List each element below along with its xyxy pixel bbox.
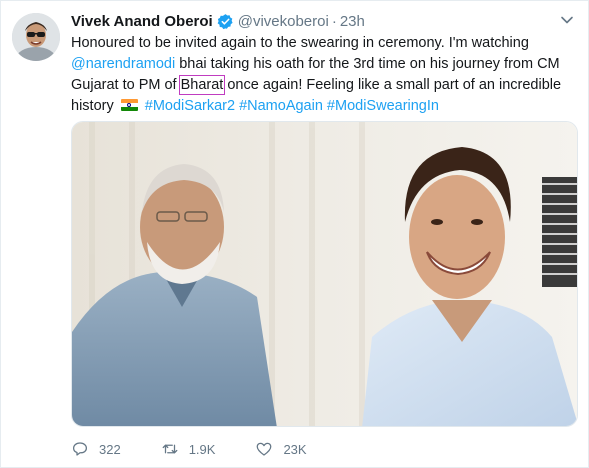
retweet-button[interactable]: 1.9K	[161, 440, 216, 458]
tweet-card[interactable]: Vivek Anand Oberoi @vivekoberoi · 23h Ho…	[0, 0, 589, 468]
chevron-down-icon[interactable]	[560, 13, 574, 27]
reply-count: 322	[99, 441, 121, 457]
photo-image	[72, 122, 577, 426]
tweet-text-line-3-a: Gujarat to PM of	[71, 77, 181, 93]
hashtag-links[interactable]: #ModiSarkar2 #NamoAgain #ModiSwearingIn	[145, 98, 439, 114]
separator-dot: ·	[331, 12, 337, 30]
tweet-text-line-4-a: history	[71, 98, 114, 114]
tweet-actions: 322 1.9K 23K	[71, 437, 347, 461]
reply-button[interactable]: 322	[71, 440, 121, 458]
mention-link[interactable]: @narendramodi	[71, 56, 175, 72]
india-flag-icon	[120, 99, 138, 111]
author-handle[interactable]: @vivekoberoi	[238, 13, 329, 30]
verified-badge-icon	[217, 13, 234, 30]
tweet-text-line-4: history #ModiSarkar2 #NamoAgain #ModiSwe…	[71, 96, 576, 117]
tweet-text-line-3: Gujarat to PM of Bharat once again! Feel…	[71, 75, 576, 96]
avatar[interactable]	[12, 13, 60, 61]
tweet-text-line-2: @narendramodi bhai taking his oath for t…	[71, 54, 576, 75]
retweet-icon	[162, 444, 178, 454]
reply-icon	[72, 442, 88, 456]
tweet-text: Honoured to be invited again to the swea…	[71, 33, 576, 117]
tweet-photo[interactable]	[71, 121, 578, 427]
author-name[interactable]: Vivek Anand Oberoi	[71, 13, 213, 30]
tweet-text-line-3-b: once again! Feeling like a small part of…	[223, 77, 562, 93]
highlighted-word: Bharat	[178, 75, 226, 95]
like-count: 23K	[283, 441, 307, 457]
heart-icon	[257, 442, 272, 456]
like-button[interactable]: 23K	[255, 440, 307, 458]
avatar-image	[12, 13, 60, 61]
retweet-count: 1.9K	[188, 441, 216, 457]
tweet-header: Vivek Anand Oberoi @vivekoberoi · 23h	[71, 11, 365, 31]
tweet-text-line-1: Honoured to be invited again to the swea…	[71, 35, 529, 51]
tweet-text-line-2-rest: bhai taking his oath for the 3rd time on…	[175, 56, 560, 72]
timestamp[interactable]: 23h	[340, 13, 365, 30]
